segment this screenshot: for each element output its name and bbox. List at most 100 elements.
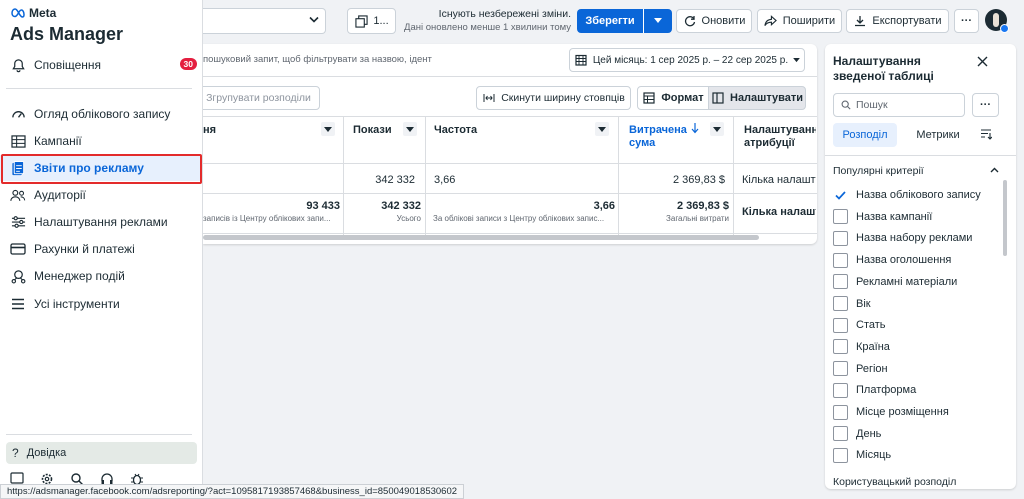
- save-button[interactable]: Зберегти: [577, 9, 643, 33]
- criteria-item[interactable]: Назва облікового запису: [833, 186, 981, 204]
- save-options-button[interactable]: [643, 9, 672, 33]
- menu-icon: [10, 296, 26, 312]
- total-spend-caption: Загальні витрати: [666, 214, 729, 223]
- checkmark-icon: [835, 190, 846, 200]
- tab-metrics[interactable]: Метрики: [909, 123, 967, 147]
- reset-column-width-label: Скинути ширину стовпців: [501, 92, 625, 104]
- customize-label: Налаштувати: [730, 92, 803, 104]
- criteria-label: День: [856, 427, 882, 440]
- top-toolbar: 1... Існують незбережені зміни. Дані оно…: [203, 0, 1024, 42]
- sort-descending-icon[interactable]: [691, 123, 699, 134]
- column-menu-icon[interactable]: [710, 122, 724, 136]
- panel-search-placeholder: Пошук: [856, 99, 888, 111]
- checkbox[interactable]: [833, 317, 848, 333]
- criteria-item[interactable]: Вік: [833, 295, 871, 313]
- horizontal-scrollbar[interactable]: [203, 235, 759, 240]
- sidebar-divider-bottom: [6, 434, 192, 435]
- sidebar-item-ad-settings[interactable]: Налаштування реклами: [0, 209, 203, 235]
- checkbox[interactable]: [833, 447, 848, 463]
- criteria-item[interactable]: Місце розміщення: [833, 403, 949, 421]
- criteria-item[interactable]: Назва оголошення: [833, 251, 951, 269]
- sidebar-item-label: Налаштування реклами: [34, 215, 168, 229]
- sidebar-item-all-tools[interactable]: Усі інструменти: [0, 291, 203, 317]
- gauge-icon: [10, 106, 26, 122]
- sidebar-item-events-manager[interactable]: Менеджер подій: [0, 263, 203, 289]
- report-selector-label: 1...: [373, 15, 389, 27]
- chevron-up-icon[interactable]: [990, 167, 999, 173]
- checkbox[interactable]: [833, 404, 848, 420]
- refresh-button[interactable]: Оновити: [676, 9, 752, 33]
- export-button[interactable]: Експортувати: [846, 9, 949, 33]
- chevron-down-icon: [309, 16, 319, 24]
- checkbox[interactable]: [833, 382, 848, 398]
- people-icon: [10, 187, 26, 203]
- search-icon: [841, 100, 851, 110]
- sidebar-item-notifications[interactable]: Сповіщення 30: [0, 52, 203, 78]
- sidebar: Meta Ads Manager Сповіщення 30 Огляд обл…: [0, 0, 203, 499]
- card-icon: [10, 241, 26, 257]
- help-button[interactable]: ? Довідка: [6, 442, 197, 464]
- meta-logo[interactable]: Meta: [10, 6, 56, 20]
- report-selector-button[interactable]: 1...: [347, 8, 396, 34]
- format-button[interactable]: Формат: [637, 86, 709, 110]
- sidebar-item-label: Аудиторії: [34, 188, 86, 202]
- panel-search-input[interactable]: Пошук: [833, 93, 965, 117]
- cell-frequency: 3,66: [434, 174, 456, 186]
- help-label: Довідка: [26, 447, 67, 459]
- column-menu-icon[interactable]: [595, 122, 609, 136]
- criteria-item[interactable]: Рекламні матеріали: [833, 273, 957, 291]
- checkbox[interactable]: [833, 209, 848, 225]
- column-header-name[interactable]: ня: [203, 124, 216, 136]
- checkbox[interactable]: [833, 339, 848, 355]
- column-header-impressions[interactable]: Покази: [353, 124, 392, 136]
- tab-breakdown[interactable]: Розподіл: [833, 123, 897, 147]
- criteria-label: Місце розміщення: [856, 406, 949, 418]
- facebook-badge-icon: [1000, 24, 1009, 33]
- sidebar-item-campaigns[interactable]: Кампанії: [0, 128, 203, 154]
- criteria-item[interactable]: Платформа: [833, 381, 916, 399]
- caret-down-icon: [654, 18, 662, 23]
- column-menu-icon[interactable]: [321, 122, 335, 136]
- criteria-item[interactable]: Назва кампанії: [833, 208, 932, 226]
- checkbox[interactable]: [833, 274, 848, 290]
- criteria-item[interactable]: Країна: [833, 338, 890, 356]
- criteria-item[interactable]: Регіон: [833, 360, 888, 378]
- date-range-picker[interactable]: Цей місяць: 1 сер 2025 р. – 22 сер 2025 …: [569, 48, 805, 72]
- customize-button[interactable]: Налаштувати: [708, 86, 806, 110]
- more-options-button[interactable]: ···: [954, 9, 979, 33]
- save-button-group: Зберегти: [577, 9, 672, 33]
- criteria-item[interactable]: День: [833, 425, 881, 443]
- sliders-icon: [10, 214, 26, 230]
- reset-column-width-button[interactable]: Скинути ширину стовпців: [476, 86, 631, 110]
- criteria-item[interactable]: Місяць: [833, 446, 891, 464]
- checkbox[interactable]: [833, 252, 848, 268]
- unsaved-title: Існують незбережені зміни.: [438, 8, 571, 20]
- checkbox[interactable]: [833, 296, 848, 311]
- checkbox[interactable]: [833, 230, 848, 246]
- column-menu-icon[interactable]: [403, 122, 417, 136]
- checkbox[interactable]: [833, 361, 848, 377]
- app-title: Ads Manager: [10, 24, 124, 44]
- checkbox-checked[interactable]: [833, 187, 848, 203]
- sort-list-icon[interactable]: [980, 129, 992, 140]
- checkbox[interactable]: [833, 426, 848, 442]
- sidebar-item-billing[interactable]: Рахунки й платежі: [0, 236, 203, 262]
- criteria-item[interactable]: Стать: [833, 316, 886, 334]
- unsaved-notice: Існують незбережені зміни. Дані оновлено…: [401, 8, 571, 33]
- panel-divider: [825, 155, 1016, 156]
- panel-more-button[interactable]: ···: [972, 93, 999, 117]
- group-breakdowns-button[interactable]: Згрупувати розподіли: [197, 86, 320, 110]
- column-header-frequency[interactable]: Частота: [434, 124, 477, 136]
- sidebar-item-audiences[interactable]: Аудиторії: [0, 182, 203, 208]
- criteria-label: Назва облікового запису: [856, 189, 981, 201]
- share-button[interactable]: Поширити: [757, 9, 842, 33]
- column-header-attribution[interactable]: Налаштування атрибуції: [744, 124, 816, 150]
- account-selector[interactable]: [203, 8, 326, 34]
- criteria-item[interactable]: Назва набору реклами: [833, 229, 972, 247]
- column-header-spend[interactable]: Витрачена сума: [629, 124, 689, 150]
- sidebar-item-account-overview[interactable]: Огляд облікового запису: [0, 101, 203, 127]
- panel-scrollbar[interactable]: [1003, 180, 1007, 256]
- filter-search-input[interactable]: пошуковий запит, щоб фільтрувати за назв…: [203, 54, 432, 65]
- total-reach: 93 433: [306, 200, 340, 212]
- close-icon[interactable]: [977, 56, 988, 67]
